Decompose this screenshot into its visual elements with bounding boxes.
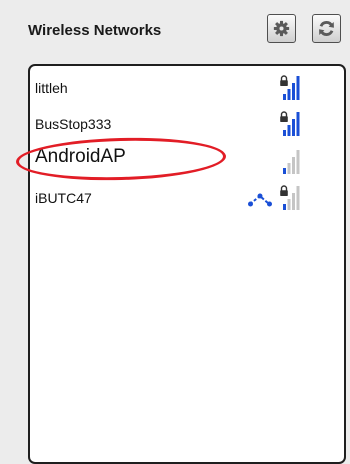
network-name: BusStop333 <box>35 116 112 132</box>
panel-title: Wireless Networks <box>28 22 162 39</box>
panel-header: Wireless Networks <box>0 0 350 60</box>
network-item-ibutc47[interactable]: iBUTC47 <box>30 184 344 214</box>
network-name: AndroidAP <box>35 146 126 167</box>
adhoc-network-icon <box>248 193 272 207</box>
refresh-button[interactable] <box>312 14 341 43</box>
network-item-littleh[interactable]: littleh <box>30 74 344 104</box>
network-list: littleh BusStop333 AndroidAP iBUTC47 <box>28 64 346 464</box>
settings-button[interactable] <box>267 14 296 43</box>
signal-strength-icon <box>283 150 300 174</box>
network-item-busstop333[interactable]: BusStop333 <box>30 110 344 140</box>
network-item-androidap[interactable]: AndroidAP <box>30 146 344 176</box>
secured-signal-icon <box>280 111 300 136</box>
network-name: littleh <box>35 80 68 96</box>
network-name: iBUTC47 <box>35 190 92 206</box>
refresh-icon <box>319 21 334 36</box>
gear-icon <box>273 20 290 37</box>
secured-signal-icon <box>280 185 300 210</box>
secured-signal-icon <box>280 75 300 100</box>
